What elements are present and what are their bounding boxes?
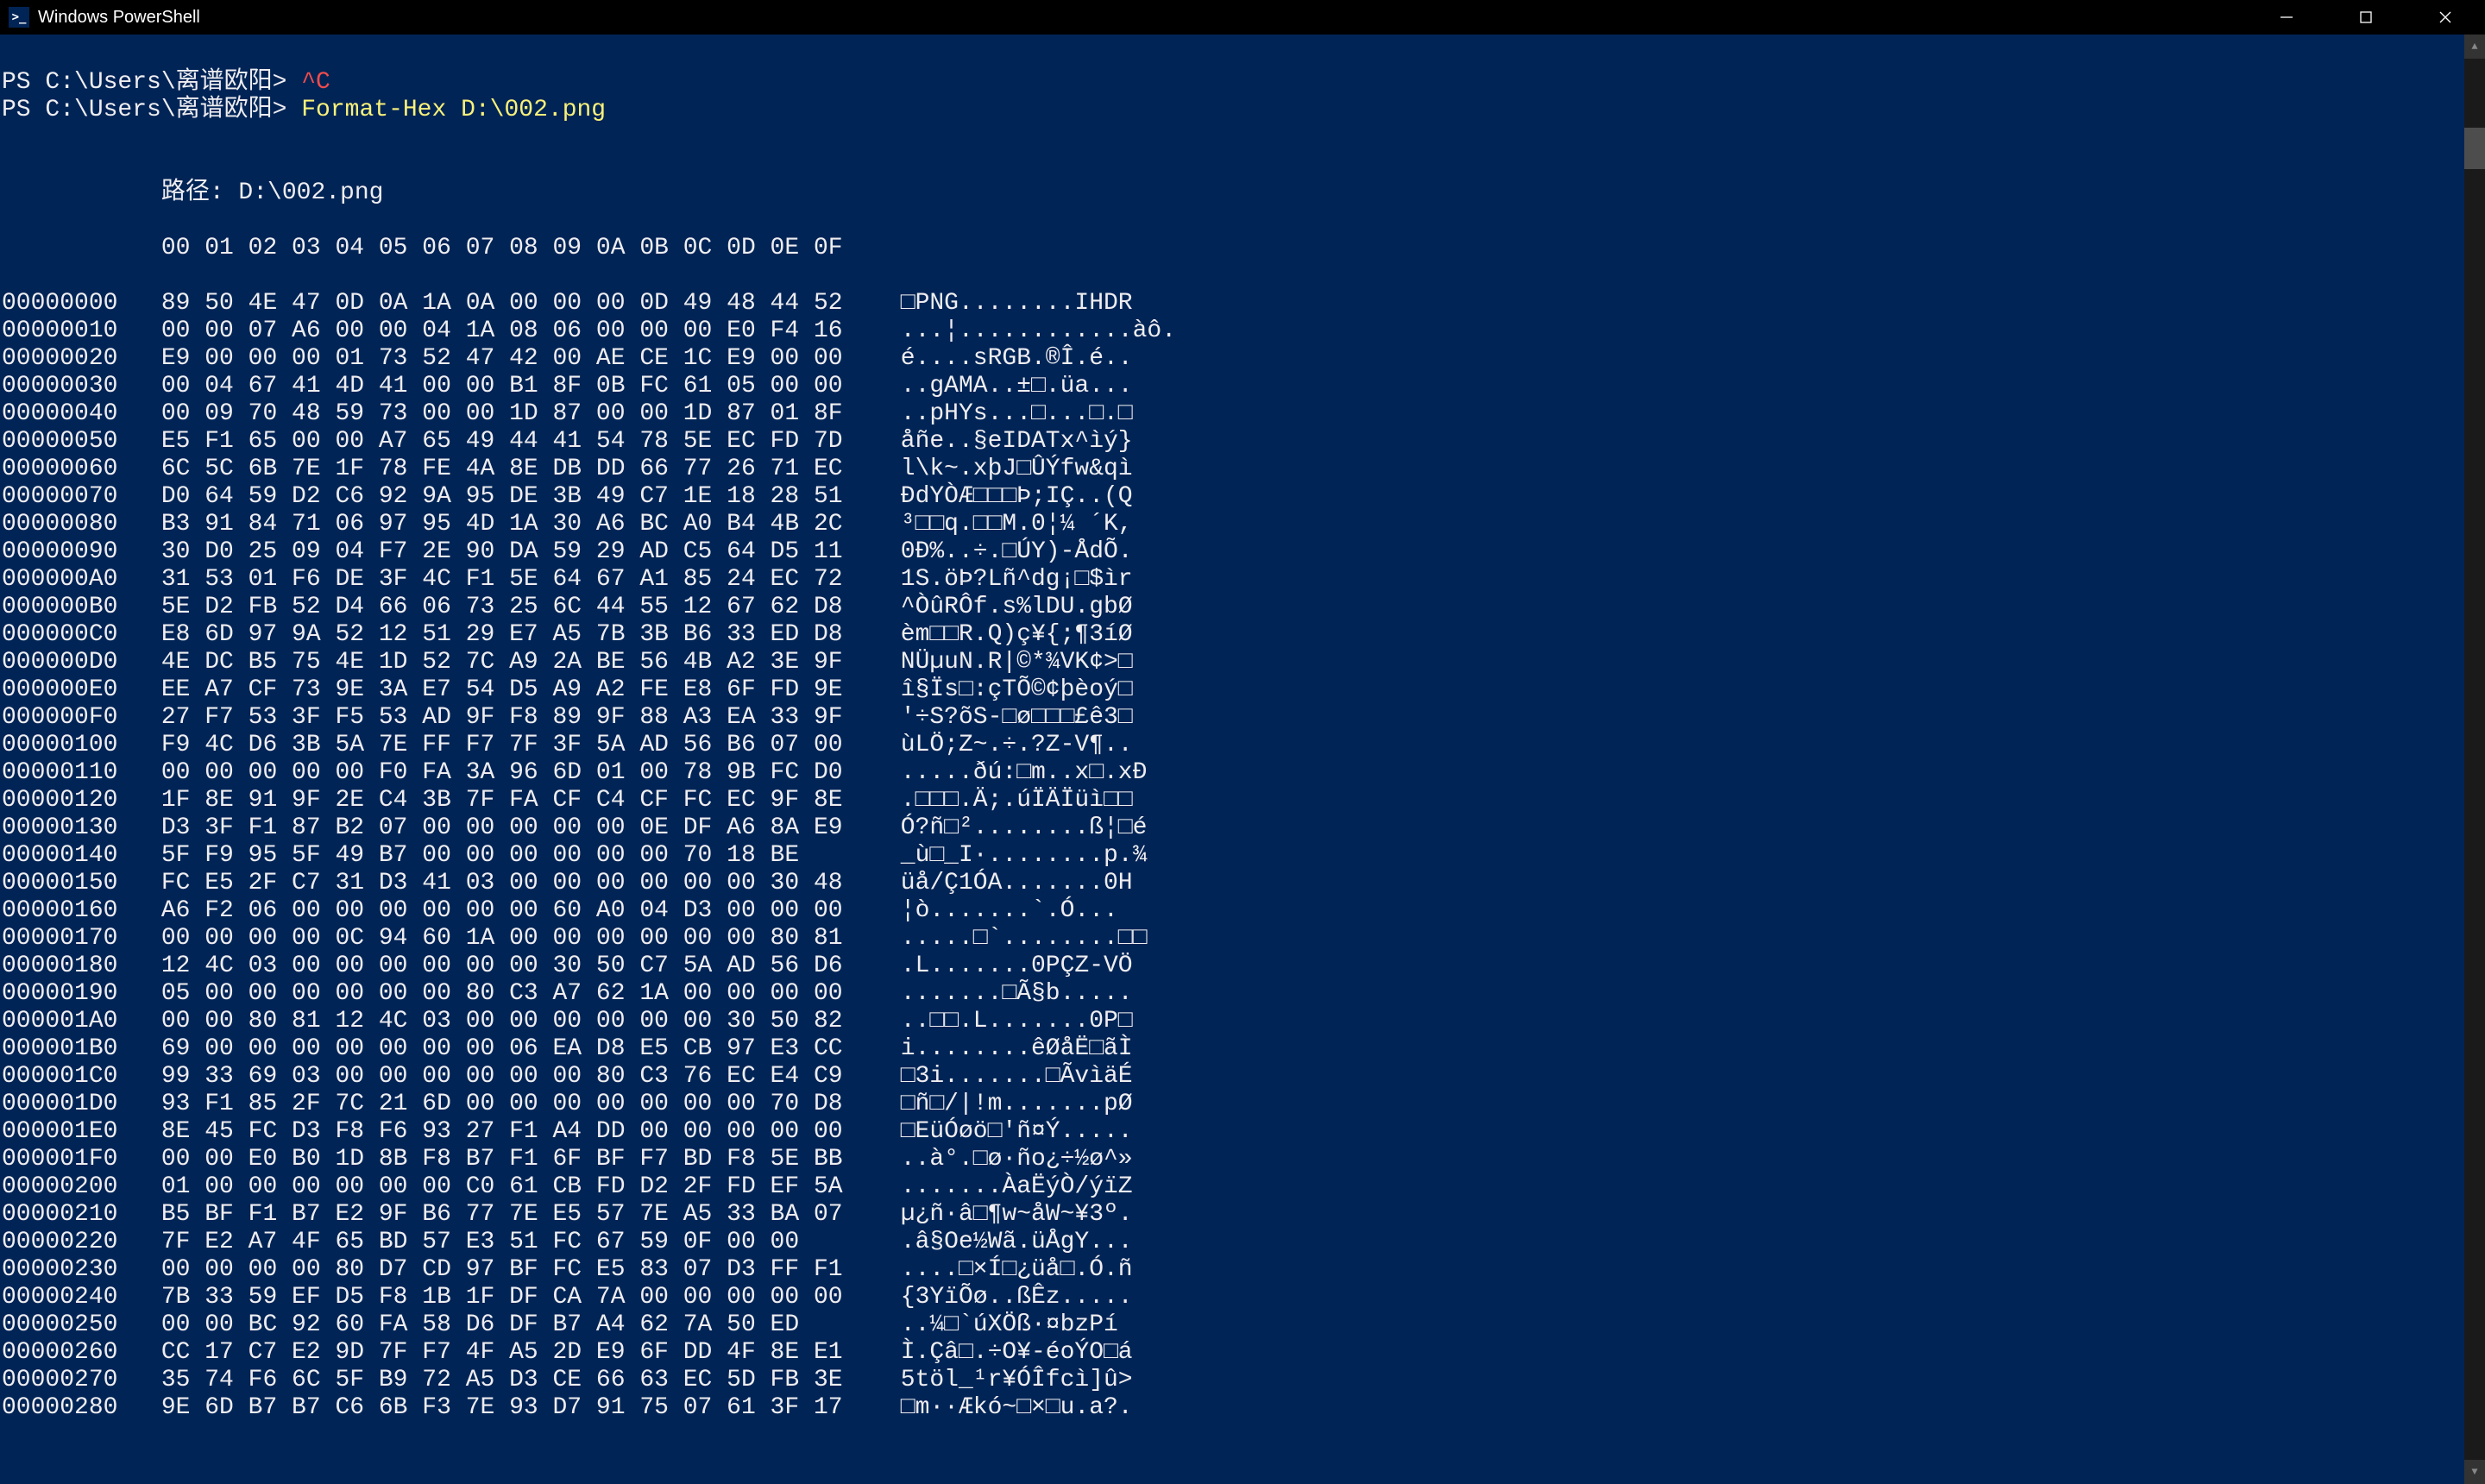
scroll-track[interactable] — [2464, 59, 2485, 1460]
terminal-output: PS C:\Users\离谱欧阳> ^C PS C:\Users\离谱欧阳> F… — [0, 35, 2464, 1422]
maximize-button[interactable] — [2326, 0, 2406, 35]
powershell-icon — [9, 7, 29, 28]
scroll-down-arrow[interactable]: ▼ — [2464, 1460, 2485, 1484]
minimize-icon — [2279, 9, 2294, 25]
prompt-2-prefix: PS C:\Users\离谱欧阳> — [2, 97, 301, 123]
titlebar: Windows PowerShell — [0, 0, 2485, 35]
prompt-1-interrupt: ^C — [301, 69, 330, 96]
prompt-2-command: Format-Hex D:\002.png — [301, 97, 606, 123]
prompt-1-prefix: PS C:\Users\离谱欧阳> — [2, 69, 301, 96]
terminal-client-area[interactable]: PS C:\Users\离谱欧阳> ^C PS C:\Users\离谱欧阳> F… — [0, 35, 2464, 1484]
scroll-up-arrow[interactable]: ▲ — [2464, 35, 2485, 59]
hex-header: 00 01 02 03 04 05 06 07 08 09 0A 0B 0C 0… — [2, 235, 843, 261]
vertical-scrollbar[interactable]: ▲ ▼ — [2464, 35, 2485, 1484]
window-title: Windows PowerShell — [38, 8, 200, 28]
maximize-icon — [2359, 10, 2373, 24]
close-button[interactable] — [2406, 0, 2485, 35]
hex-rows: 00000000 89 50 4E 47 0D 0A 1A 0A 00 00 0… — [2, 290, 2463, 1422]
output-path-line: 路径: D:\002.png — [2, 179, 383, 206]
minimize-button[interactable] — [2247, 0, 2326, 35]
window-buttons — [2247, 0, 2485, 35]
close-icon — [2438, 9, 2453, 25]
scroll-thumb[interactable] — [2464, 128, 2485, 169]
